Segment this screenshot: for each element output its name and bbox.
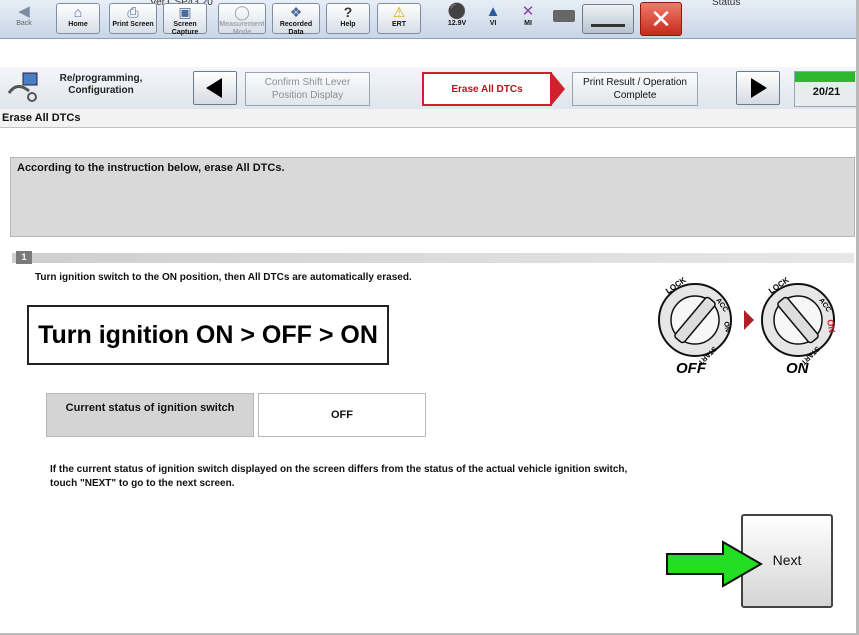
transition-arrow-icon	[744, 310, 754, 330]
warning-icon: ⚠	[392, 4, 406, 20]
x-icon: ✕	[521, 3, 535, 20]
recorded-data-icon: ❖	[289, 4, 303, 20]
close-icon: ✕	[650, 4, 672, 34]
battery-voltage: 12.9V	[447, 20, 467, 27]
page-title: Erase All DTCs	[0, 109, 859, 128]
minimize-button[interactable]	[582, 4, 634, 34]
minimize-icon	[591, 24, 625, 27]
prev-step-button[interactable]	[193, 71, 237, 105]
camera-icon: ▣	[178, 4, 192, 20]
instruction-text: According to the instruction below, eras…	[17, 162, 285, 174]
progress-text: 20/21	[812, 86, 841, 98]
help-icon: ?	[343, 4, 353, 20]
screen-capture-label: Screen Capture	[171, 21, 199, 36]
mi-indicator: ✕ MI	[510, 3, 546, 34]
current-step-tab: Erase All DTCs	[422, 72, 552, 106]
ert-label: ERT	[392, 21, 406, 28]
meter-icon: ◯	[234, 4, 250, 20]
help-button[interactable]: ? Help	[326, 3, 370, 34]
back-button[interactable]: ◀ Back	[2, 3, 46, 34]
back-arrow-icon: ◀	[18, 3, 30, 20]
off-label: OFF	[676, 360, 707, 377]
next-step-tab[interactable]: Print Result / Operation Complete	[572, 72, 698, 106]
ignition-on-icon: LOCK ACC ON START ON	[761, 275, 837, 377]
screen-capture-button[interactable]: ▣ Screen Capture	[163, 3, 207, 36]
ert-button[interactable]: ⚠ ERT	[377, 3, 421, 34]
signal-icon: ▲	[485, 3, 501, 20]
step-number: 1	[16, 251, 32, 264]
connector-icon	[553, 10, 575, 22]
next-step-arrow-button[interactable]	[736, 71, 780, 105]
printer-icon: ⎙	[127, 4, 139, 20]
ignition-switch-illustration: LOCK ACC ON START OFF LOCK ACC ON START …	[658, 275, 837, 377]
instruction-box: According to the instruction below, eras…	[10, 157, 855, 237]
vi-indicator: ▲ VI	[475, 3, 511, 34]
right-triangle-icon	[751, 78, 767, 98]
prev-step-tab[interactable]: Confirm Shift Lever Position Display	[245, 72, 370, 106]
current-step-pointer	[551, 72, 565, 106]
close-button[interactable]: ✕	[640, 2, 682, 36]
back-label: Back	[16, 20, 32, 27]
recorded-data-button[interactable]: ❖ Recorded Data	[272, 3, 320, 36]
help-label: Help	[340, 21, 356, 28]
print-screen-button[interactable]: ⎙ Print Screen	[109, 3, 157, 34]
ignition-status-label: Current status of ignition switch	[46, 393, 254, 437]
step-instruction: Turn ignition switch to the ON position,…	[35, 272, 412, 283]
measurement-mode-label: Measurement Mode	[219, 21, 265, 36]
progress-box: 20/21	[794, 71, 859, 107]
reprogramming-label: Re/programming, Configuration	[59, 73, 143, 96]
note-text: If the current status of ignition switch…	[50, 464, 628, 489]
recorded-data-label: Recorded Data	[279, 21, 313, 36]
ignition-callout: Turn ignition ON > OFF > ON	[27, 305, 389, 365]
home-label: Home	[68, 21, 88, 28]
car-icon: ⚫	[447, 3, 467, 20]
battery-indicator: ⚫ 12.9V	[435, 3, 479, 34]
left-triangle-icon	[206, 78, 222, 98]
home-icon: ⌂	[73, 4, 83, 20]
home-button[interactable]: ⌂ Home	[56, 3, 100, 34]
green-arrow-icon	[666, 540, 763, 588]
status-text: Status	[712, 0, 741, 8]
progress-bar-fill	[795, 72, 855, 82]
reprogramming-icon	[6, 71, 40, 105]
on-label: ON	[786, 360, 810, 377]
ignition-off-icon: LOCK ACC ON START OFF	[658, 275, 732, 377]
vi-label: VI	[489, 20, 497, 27]
step-band	[12, 253, 854, 263]
measurement-mode-button[interactable]: ◯ Measurement Mode	[218, 3, 266, 36]
ignition-status-value: OFF	[258, 393, 426, 437]
print-screen-label: Print Screen	[112, 21, 154, 28]
mi-label: MI	[524, 20, 532, 27]
